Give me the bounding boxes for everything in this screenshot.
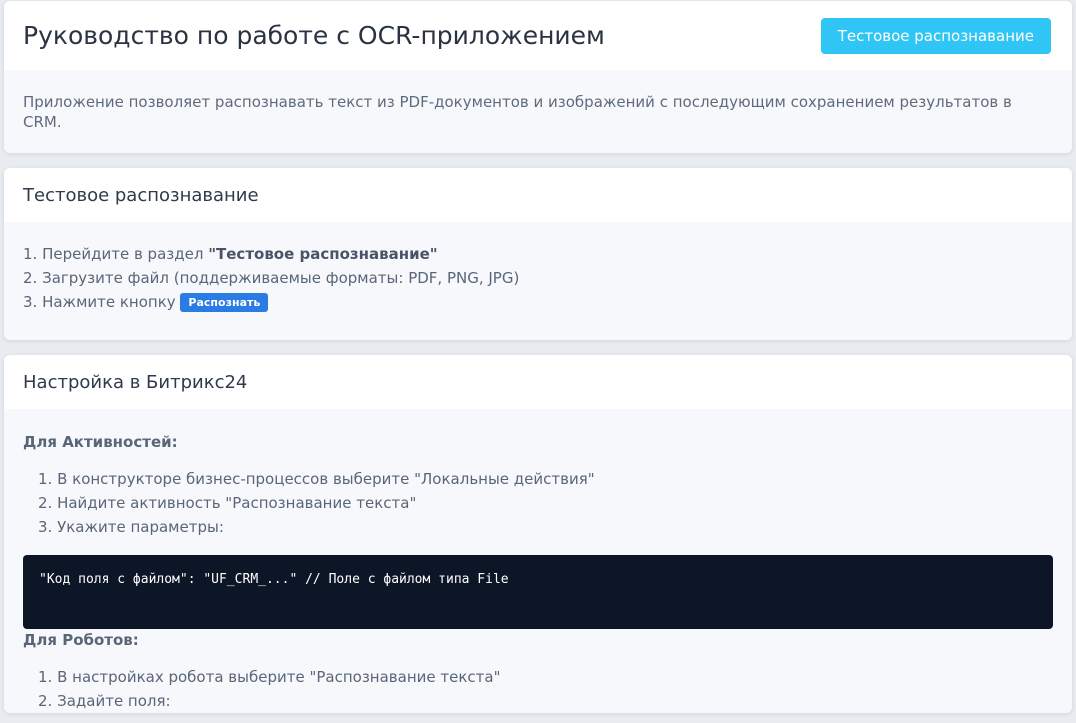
test-step-1: 1. Перейдите в раздел "Тестовое распозна… <box>23 242 1053 266</box>
bitrix-section-header: Настройка в Битрикс24 <box>4 355 1072 409</box>
robots-steps: 1. В настройках робота выберите "Распозн… <box>23 665 1053 713</box>
test-section-header: Тестовое распознавание <box>4 168 1072 222</box>
bitrix-section-card: Настройка в Битрикс24 Для Активностей: 1… <box>4 355 1072 713</box>
intro-header: Руководство по работе с OCR-приложением … <box>4 1 1072 70</box>
app-description: Приложение позволяет распознавать текст … <box>23 93 1012 131</box>
test-section-body: 1. Перейдите в раздел "Тестовое распозна… <box>4 222 1072 340</box>
test-recognition-button[interactable]: Тестовое распознавание <box>820 17 1051 54</box>
activities-steps: 1. В конструкторе бизнес-процессов выбер… <box>23 467 1053 539</box>
test-step-1-text: 1. Перейдите в раздел <box>23 245 209 263</box>
recognize-button-badge: Распознать <box>180 293 269 312</box>
code-block: "Код поля с файлом": "UF_CRM_..." // Пол… <box>23 555 1053 629</box>
list-item: 2. Найдите активность "Распознавание тек… <box>38 494 417 512</box>
test-step-2: 2. Загрузите файл (поддерживаемые формат… <box>23 269 520 287</box>
test-step-1-section-name: "Тестовое распознавание" <box>208 245 438 263</box>
bitrix-section-body: Для Активностей: 1. В конструкторе бизне… <box>4 409 1072 713</box>
list-item: 1. В настройках робота выберите "Распозн… <box>38 668 501 686</box>
page-title: Руководство по работе с OCR-приложением <box>23 21 605 50</box>
activities-label: Для Активностей: <box>23 433 178 451</box>
list-item: 1. В конструкторе бизнес-процессов выбер… <box>38 470 595 488</box>
test-section-title: Тестовое распознавание <box>23 184 259 206</box>
list-item: 3. Укажите параметры: <box>38 518 224 536</box>
test-section-card: Тестовое распознавание 1. Перейдите в ра… <box>4 168 1072 340</box>
intro-card: Руководство по работе с OCR-приложением … <box>4 1 1072 153</box>
test-step-3: 3. Нажмите кнопку Распознать <box>23 290 1053 314</box>
list-item: 2. Задайте поля: <box>38 692 171 710</box>
page: Руководство по работе с OCR-приложением … <box>0 1 1076 713</box>
robots-label: Для Роботов: <box>23 631 139 649</box>
bitrix-section-title: Настройка в Битрикс24 <box>23 371 248 393</box>
test-step-3-text: 3. Нажмите кнопку <box>23 293 181 311</box>
